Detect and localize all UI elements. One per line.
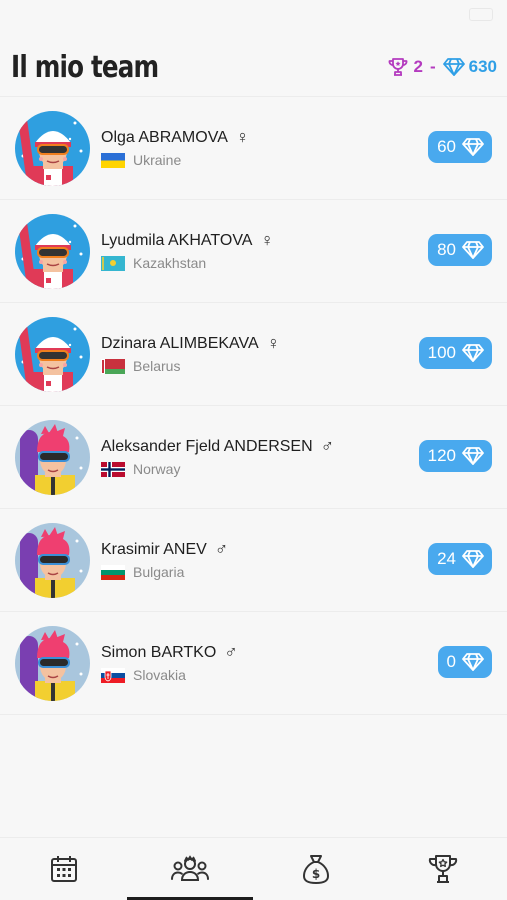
athlete-name-line: Simon BARTKO ♂	[101, 642, 238, 663]
athlete-name: Krasimir ANEV	[101, 540, 207, 558]
status-bar	[0, 0, 507, 30]
athlete-row[interactable]: Lyudmila AKHATOVA ♀ Kazakhstan 80	[0, 200, 507, 303]
flag-icon	[101, 255, 125, 271]
tab-bar: $	[0, 837, 507, 900]
male-snowboarder-avatar	[15, 626, 90, 701]
flag-icon	[101, 667, 125, 683]
male-snowboarder-avatar	[15, 523, 90, 598]
athlete-country: Slovakia	[133, 667, 186, 683]
athlete-name: Simon BARTKO	[101, 643, 217, 661]
team-icon	[171, 855, 209, 881]
athlete-name-line: Dzinara ALIMBEKAVA ♀	[101, 333, 280, 354]
trophy-icon	[428, 855, 458, 883]
diamond-icon	[462, 550, 484, 568]
athlete-country-line: Belarus	[101, 358, 180, 374]
tab-team[interactable]	[127, 838, 253, 900]
diamond-icon	[462, 241, 484, 259]
athlete-value: 0	[446, 652, 456, 671]
calendar-icon	[51, 856, 77, 882]
athlete-name: Lyudmila AKHATOVA	[101, 231, 253, 249]
athlete-list: Olga ABRAMOVA ♀ Ukraine 60 Lyudmila AKHA…	[0, 97, 507, 715]
battery-icon	[469, 8, 493, 21]
athlete-name: Aleksander Fjeld ANDERSEN	[101, 437, 313, 455]
diamond-icon	[442, 58, 465, 76]
athlete-name-line: Krasimir ANEV ♂	[101, 539, 228, 560]
header: Il mio team 2 - 630	[0, 30, 507, 97]
tab-leaderboard[interactable]	[380, 838, 506, 900]
female-skier-avatar	[15, 111, 90, 186]
gender-icon: ♂	[214, 539, 229, 559]
athlete-value: 120	[427, 446, 456, 465]
trophy-icon	[389, 58, 408, 76]
diamond-icon	[462, 138, 484, 156]
athlete-value: 80	[437, 240, 456, 259]
athlete-value: 24	[437, 549, 456, 568]
athlete-country-line: Slovakia	[101, 667, 186, 683]
gem-count: 630	[468, 57, 497, 76]
diamond-icon	[462, 447, 484, 465]
value-badge[interactable]: 60	[428, 131, 492, 163]
athlete-name-line: Lyudmila AKHATOVA ♀	[101, 230, 274, 251]
gem-stat: 630	[442, 57, 497, 77]
athlete-country-line: Kazakhstan	[101, 255, 206, 271]
page-title: Il mio team	[11, 50, 159, 85]
value-badge[interactable]: 0	[437, 646, 492, 678]
athlete-country: Belarus	[133, 358, 181, 374]
tab-market[interactable]: $	[253, 838, 379, 900]
athlete-value: 100	[427, 343, 456, 362]
diamond-icon	[462, 344, 484, 362]
trophy-count: 2	[413, 57, 423, 76]
athlete-row[interactable]: Simon BARTKO ♂ Slovakia 0	[0, 612, 507, 715]
athlete-name-line: Olga ABRAMOVA ♀	[101, 127, 249, 148]
value-badge[interactable]: 100	[418, 337, 492, 369]
athlete-country: Kazakhstan	[133, 255, 207, 271]
gender-icon: ♀	[235, 127, 250, 147]
flag-icon	[101, 152, 125, 168]
athlete-name-line: Aleksander Fjeld ANDERSEN ♂	[101, 436, 334, 457]
male-snowboarder-avatar	[15, 420, 90, 495]
money-bag-icon: $	[303, 855, 329, 884]
trophy-stat: 2	[387, 57, 423, 77]
diamond-icon	[462, 653, 484, 671]
flag-icon	[101, 564, 125, 580]
athlete-row[interactable]: Olga ABRAMOVA ♀ Ukraine 60	[0, 97, 507, 200]
value-badge[interactable]: 24	[428, 543, 492, 575]
gender-icon: ♀	[266, 333, 281, 353]
gender-icon: ♂	[224, 642, 238, 662]
gender-icon: ♀	[260, 230, 274, 250]
value-badge[interactable]: 80	[428, 234, 492, 266]
athlete-country-line: Ukraine	[101, 152, 181, 168]
athlete-country-line: Norway	[101, 461, 180, 477]
athlete-name: Olga ABRAMOVA	[101, 128, 228, 146]
female-skier-avatar	[15, 317, 90, 392]
tab-calendar[interactable]	[1, 838, 127, 900]
female-skier-avatar	[15, 214, 90, 289]
flag-icon	[101, 358, 125, 374]
athlete-country: Norway	[133, 461, 181, 477]
athlete-row[interactable]: Aleksander Fjeld ANDERSEN ♂ Norway 120	[0, 406, 507, 509]
svg-text:$: $	[312, 867, 320, 881]
athlete-value: 60	[437, 137, 456, 156]
stats-separator: -	[429, 57, 436, 76]
gender-icon: ♂	[320, 436, 335, 456]
athlete-country-line: Bulgaria	[101, 564, 184, 580]
athlete-row[interactable]: Krasimir ANEV ♂ Bulgaria 24	[0, 509, 507, 612]
athlete-row[interactable]: Dzinara ALIMBEKAVA ♀ Belarus 100	[0, 303, 507, 406]
athlete-country: Bulgaria	[133, 564, 185, 580]
value-badge[interactable]: 120	[418, 440, 492, 472]
athlete-country: Ukraine	[133, 152, 182, 168]
athlete-name: Dzinara ALIMBEKAVA	[101, 334, 259, 352]
flag-icon	[101, 461, 125, 477]
team-stats: 2 - 630	[387, 57, 497, 77]
